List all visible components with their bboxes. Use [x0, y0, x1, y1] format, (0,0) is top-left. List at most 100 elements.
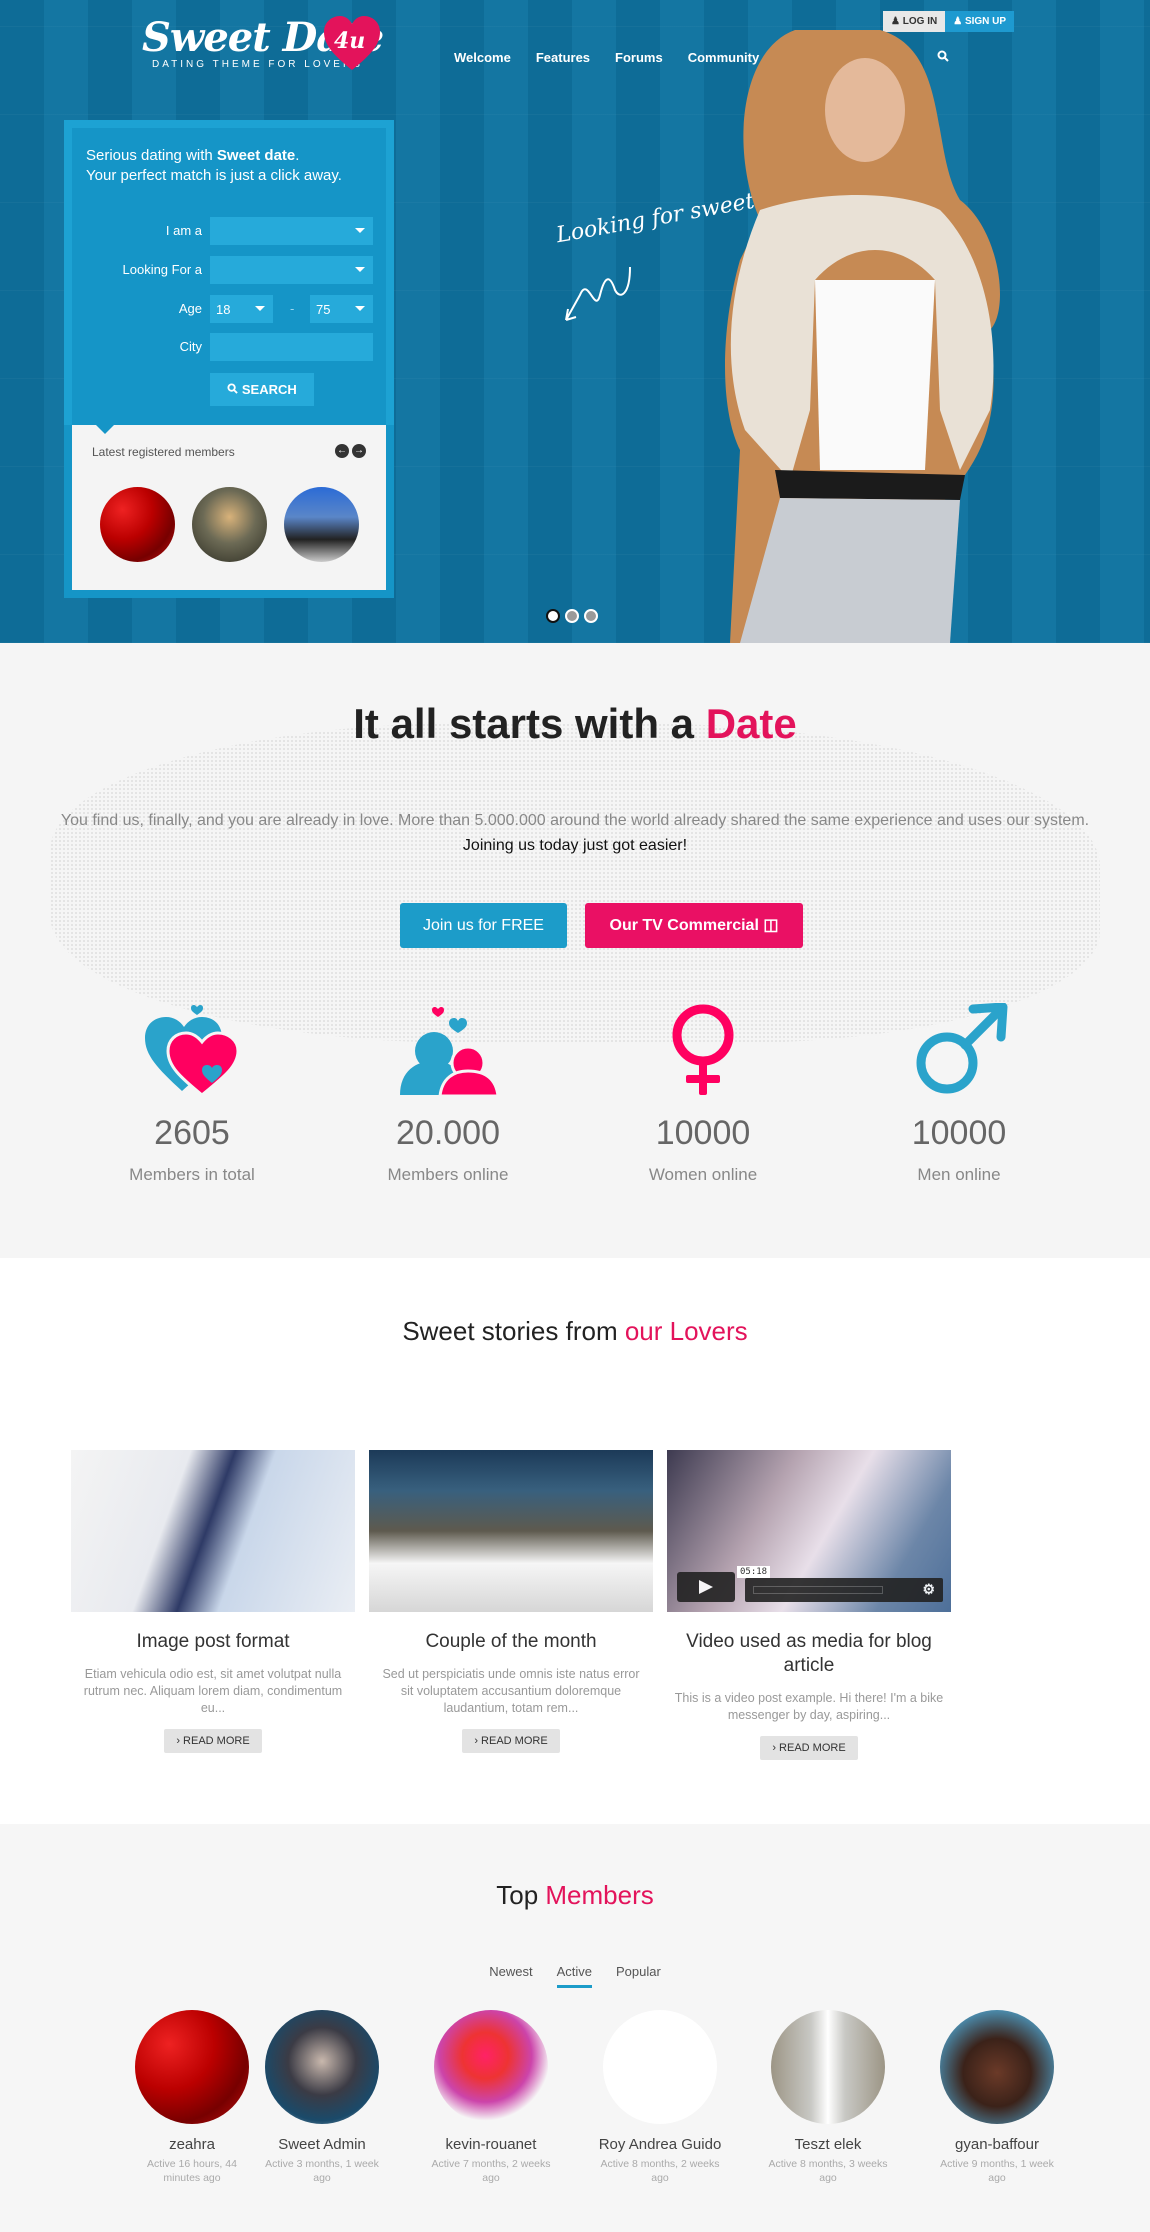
age-row: Age 18 - 75 [72, 295, 388, 323]
stat-women-online: 10000 Women online [603, 988, 803, 1185]
member-activity: Active 7 months, 2 weeks ago [431, 2158, 551, 2184]
video-controls: ⚙ 05:18 [677, 1566, 943, 1602]
story-title[interactable]: Video used as media for blog article [667, 1630, 951, 1678]
join-free-button[interactable]: Join us for FREE [400, 903, 567, 948]
stat-label: Women online [648, 1165, 758, 1184]
nav-item-welcome[interactable]: Welcome [454, 50, 511, 65]
member-activity: Active 8 months, 2 weeks ago [600, 2158, 720, 2184]
hearts-icon [92, 988, 292, 1098]
signup-button[interactable]: ♟ SIGN UP [945, 11, 1015, 32]
story-image[interactable] [369, 1450, 653, 1612]
member-tabs: Newest Active Popular [0, 1964, 1150, 1988]
latest-members-title: Latest registered members [92, 445, 235, 459]
tab-newest[interactable]: Newest [489, 1964, 532, 1988]
panel-notch [96, 425, 114, 434]
member-name[interactable]: gyan-baffour [913, 2136, 1081, 2153]
story-title[interactable]: Image post format [71, 1630, 355, 1654]
slide-dot[interactable] [565, 609, 579, 623]
search-intro: Serious dating with Sweet date. Your per… [86, 147, 342, 184]
settings-icon[interactable]: ⚙ [922, 1581, 935, 1598]
iam-row: I am a [72, 217, 388, 245]
member-avatar[interactable] [771, 2010, 885, 2124]
couple-icon [348, 988, 548, 1098]
search-panel: Serious dating with Sweet date. Your per… [64, 120, 394, 425]
carousel-arrows: ← → [335, 444, 366, 458]
story-card: Couple of the month Sed ut perspiciatis … [369, 1450, 653, 1753]
video-progress[interactable] [753, 1586, 883, 1594]
latest-members-panel: Latest registered members ← → [64, 425, 394, 598]
users-icon: ♟ [953, 16, 965, 27]
heart-icon: 4u [322, 14, 382, 72]
play-icon[interactable] [677, 1572, 735, 1602]
slide-dot[interactable] [546, 609, 560, 623]
stat-label: Men online [917, 1165, 1001, 1184]
read-more-button[interactable]: › READ MORE [462, 1729, 560, 1753]
member-name[interactable]: Roy Andrea Guido [576, 2136, 744, 2153]
video-time: 05:18 [737, 1566, 771, 1578]
looking-select[interactable] [210, 256, 373, 284]
member-name[interactable]: Sweet Admin [238, 2136, 406, 2153]
story-image[interactable] [71, 1450, 355, 1612]
nav-item-forums[interactable]: Forums [615, 50, 663, 65]
arrow-right-icon[interactable]: → [352, 444, 366, 458]
squiggle-arrow-icon [565, 266, 631, 321]
user-icon: ♟ [891, 16, 903, 27]
age-from-select[interactable]: 18 [210, 295, 273, 323]
age-to-select[interactable]: 75 [310, 295, 373, 323]
video-control-bar: ⚙ [745, 1578, 943, 1602]
logo-badge: 4u [334, 28, 366, 54]
looking-row: Looking For a [72, 256, 388, 284]
intro-paragraph: You find us, finally, and you are alread… [60, 812, 1090, 854]
film-icon: ◫ [763, 917, 779, 934]
hero-section: Sweet Date DATING THEME FOR LOVERS 4u ♟ … [0, 0, 1150, 643]
chevron-down-icon [255, 306, 265, 311]
latest-member-avatar[interactable] [284, 487, 359, 562]
stat-value: 2605 [154, 1114, 230, 1152]
member-avatar[interactable] [434, 2010, 548, 2124]
site-logo[interactable]: Sweet Date DATING THEME FOR LOVERS 4u [142, 14, 384, 72]
member-avatar[interactable] [265, 2010, 379, 2124]
age-separator: - [290, 301, 295, 316]
chevron-down-icon [355, 267, 365, 272]
iam-select[interactable] [210, 217, 373, 245]
read-more-button[interactable]: › READ MORE [164, 1729, 262, 1753]
latest-member-avatar[interactable] [192, 487, 267, 562]
section-title: It all starts with a Date [353, 700, 797, 747]
city-input[interactable] [210, 333, 373, 361]
member-name[interactable]: Teszt elek [744, 2136, 912, 2153]
arrow-left-icon[interactable]: ← [335, 444, 349, 458]
member-activity: Active 3 months, 1 week ago [265, 2158, 379, 2184]
member-activity: Active 9 months, 1 week ago [940, 2158, 1054, 2184]
story-title[interactable]: Couple of the month [369, 1630, 653, 1654]
nav-item-features[interactable]: Features [536, 50, 590, 65]
member-card: Teszt elek Active 8 months, 3 weeks ago [744, 2010, 912, 2185]
slide-dot[interactable] [584, 609, 598, 623]
login-button[interactable]: ♟ LOG IN [883, 11, 946, 32]
video-player[interactable]: ⚙ 05:18 [667, 1450, 951, 1612]
latest-member-avatar[interactable] [100, 487, 175, 562]
chevron-down-icon [355, 306, 365, 311]
auth-buttons: ♟ LOG IN ♟ SIGN UP [883, 11, 1015, 32]
search-icon [227, 382, 238, 397]
tv-commercial-button[interactable]: Our TV Commercial ◫ [585, 903, 803, 948]
member-avatar[interactable] [940, 2010, 1054, 2124]
iam-label: I am a [165, 223, 202, 238]
city-row: City [72, 333, 388, 361]
stat-value: 20.000 [396, 1114, 500, 1152]
member-name[interactable]: kevin-rouanet [407, 2136, 575, 2153]
member-card: kevin-rouanet Active 7 months, 2 weeks a… [407, 2010, 575, 2185]
story-excerpt: This is a video post example. Hi there! … [674, 1691, 944, 1722]
stories-section: Sweet stories from our Lovers Image post… [0, 1258, 1150, 1824]
stat-members-online: 20.000 Members online [348, 988, 548, 1185]
slider-dots [546, 609, 598, 623]
tab-active[interactable]: Active [556, 1964, 592, 1988]
female-icon [603, 988, 803, 1098]
read-more-button[interactable]: › READ MORE [760, 1736, 858, 1760]
age-label: Age [178, 301, 202, 316]
tab-popular[interactable]: Popular [616, 1964, 661, 1988]
top-members-title: Top Members [496, 1880, 654, 1910]
member-avatar[interactable] [135, 2010, 249, 2124]
search-button[interactable]: SEARCH [210, 373, 314, 406]
stat-label: Members in total [129, 1165, 255, 1184]
member-avatar[interactable] [603, 2010, 717, 2124]
